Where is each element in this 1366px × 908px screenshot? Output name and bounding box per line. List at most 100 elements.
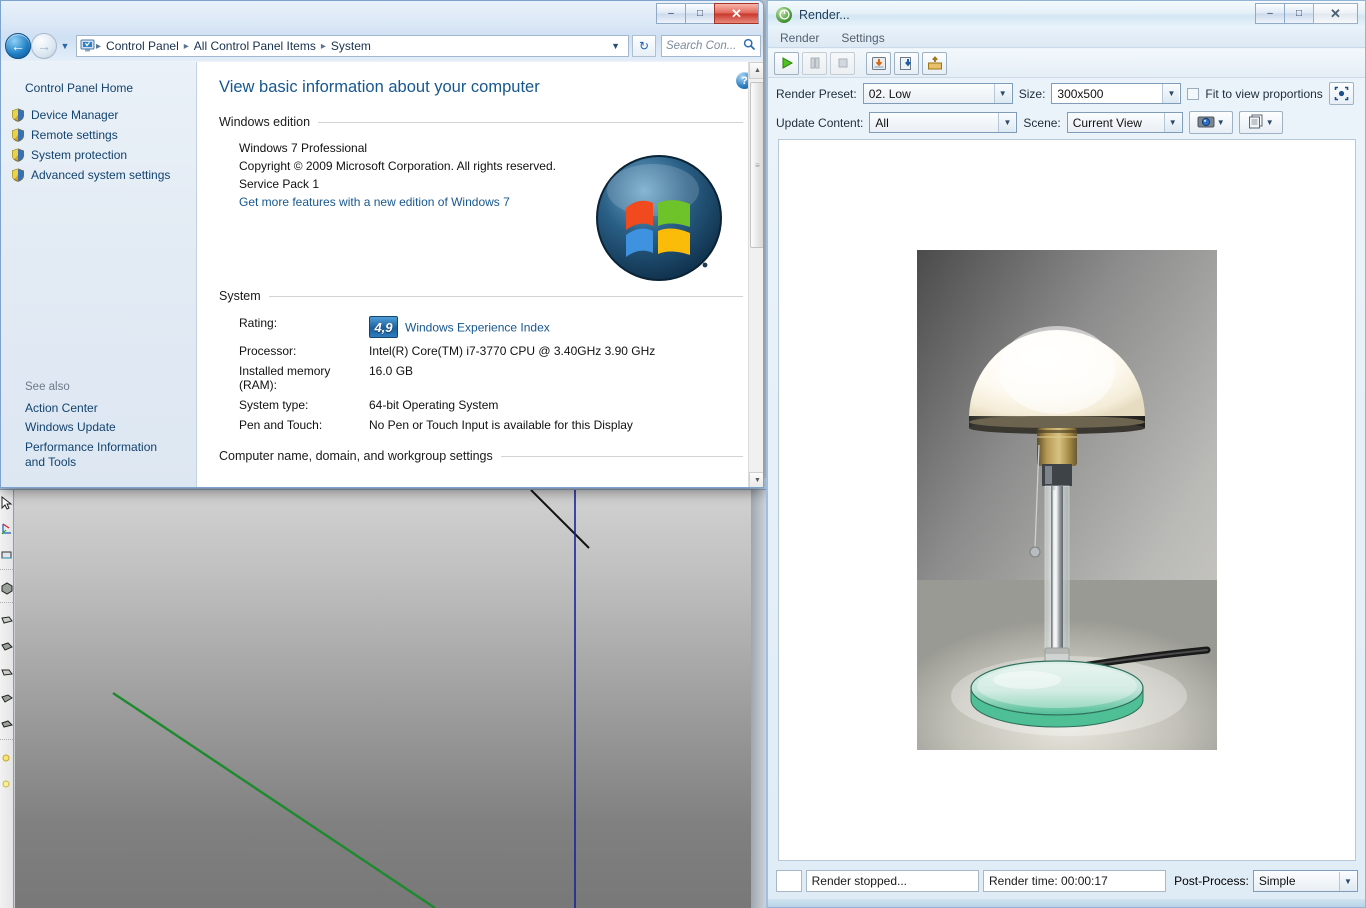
close-button[interactable]: ✕ xyxy=(714,3,759,24)
sidebar: Control Panel Home Device Manager Remote… xyxy=(1,62,197,487)
camera-button[interactable]: ▼ xyxy=(1188,111,1233,134)
menu-settings[interactable]: Settings xyxy=(837,30,888,46)
see-also-action-center[interactable]: Action Center xyxy=(25,399,197,419)
address-bar[interactable]: ▸ Control Panel ▸ All Control Panel Item… xyxy=(76,35,629,57)
rectangle-icon[interactable] xyxy=(0,608,14,634)
address-dropdown-icon[interactable]: ▼ xyxy=(606,41,625,51)
shield-icon xyxy=(11,108,25,122)
see-also-windows-update[interactable]: Windows Update xyxy=(25,418,197,438)
chevron-down-icon: ▼ xyxy=(1163,113,1181,132)
table-row: Rating: 4,9 Windows Experience Index xyxy=(219,313,743,341)
select-arrow-icon[interactable] xyxy=(0,490,14,516)
sidebar-item-label: Remote settings xyxy=(31,128,118,142)
update-content-label: Update Content: xyxy=(776,115,864,130)
render-preset-select[interactable]: 02. Low ▼ xyxy=(862,83,1013,104)
group-label: Computer name, domain, and workgroup set… xyxy=(219,449,493,463)
scroll-down-button[interactable]: ▼ xyxy=(749,472,763,487)
breadcrumb-all-items[interactable]: All Control Panel Items xyxy=(190,39,320,53)
recent-locations-button[interactable]: ▼ xyxy=(57,36,73,56)
render-pause-button[interactable] xyxy=(802,51,827,75)
circle-icon[interactable] xyxy=(0,634,14,660)
minimize-button[interactable]: – xyxy=(1255,3,1284,24)
toolbar-separator xyxy=(0,739,13,744)
maximize-button[interactable]: □ xyxy=(1284,3,1313,24)
post-process-value: Simple xyxy=(1258,874,1296,888)
experience-index-badge[interactable]: 4,9 xyxy=(369,316,398,338)
group-label: System xyxy=(219,289,261,303)
control-panel-window: – □ ✕ ← → ▼ ▸ Control Panel ▸ All Contro… xyxy=(0,0,764,488)
sidebar-item-system-protection[interactable]: System protection xyxy=(1,145,196,165)
menu-render[interactable]: Render xyxy=(776,30,823,46)
light-icon[interactable] xyxy=(0,771,14,797)
render-window-title: Render... xyxy=(799,7,850,22)
page-title: View basic information about your comput… xyxy=(219,78,540,96)
breadcrumb-control-panel[interactable]: Control Panel xyxy=(102,39,183,53)
axes-icon[interactable] xyxy=(0,516,14,542)
sketchup-left-toolbar[interactable] xyxy=(0,490,14,908)
sketchup-viewport[interactable] xyxy=(15,490,751,908)
chevron-down-icon: ▼ xyxy=(993,84,1011,103)
forward-arrow-icon: → xyxy=(37,38,51,54)
shield-icon xyxy=(11,168,25,182)
vertical-scrollbar[interactable]: ▲ ≡ ▼ xyxy=(748,62,763,487)
forward-button[interactable]: → xyxy=(31,33,57,59)
render-menubar: Render Settings xyxy=(768,28,1365,48)
sidebar-item-label: Advanced system settings xyxy=(31,168,171,182)
size-select[interactable]: 300x500 ▼ xyxy=(1051,83,1182,104)
push-pull-icon[interactable] xyxy=(0,575,14,601)
scene-label: Scene: xyxy=(1023,115,1061,130)
open-image-button[interactable] xyxy=(922,51,947,75)
see-also-title: See also xyxy=(25,380,70,393)
chevron-down-icon: ▼ xyxy=(1216,118,1225,127)
render-start-button[interactable] xyxy=(774,51,799,75)
render-preview-canvas[interactable] xyxy=(778,139,1356,861)
crumb-separator: ▸ xyxy=(183,40,189,52)
row-value: Intel(R) Core(TM) i7-3770 CPU @ 3.40GHz … xyxy=(369,344,656,358)
sidebar-item-remote-settings[interactable]: Remote settings xyxy=(1,125,196,145)
row-value: No Pen or Touch Input is available for t… xyxy=(369,418,633,432)
close-button[interactable]: ✕ xyxy=(1313,3,1358,24)
sidebar-item-control-panel-home[interactable]: Control Panel Home xyxy=(1,78,196,105)
freehand-icon[interactable] xyxy=(0,712,14,738)
post-process-label: Post-Process: xyxy=(1174,874,1249,888)
sidebar-item-device-manager[interactable]: Device Manager xyxy=(1,105,196,125)
size-value: 300x500 xyxy=(1057,86,1104,101)
update-content-select[interactable]: All ▼ xyxy=(869,112,1018,133)
table-row: System type: 64-bit Operating System xyxy=(219,395,743,415)
group-rule xyxy=(268,295,743,297)
sidebar-item-label: System protection xyxy=(31,148,128,162)
save-image-as-button[interactable] xyxy=(894,51,919,75)
render-stop-button[interactable] xyxy=(830,51,855,75)
tape-measure-icon[interactable] xyxy=(0,542,14,568)
main-content-pane: ? View basic information about your comp… xyxy=(197,62,763,487)
fit-to-view-checkbox[interactable] xyxy=(1187,87,1200,100)
scene-select[interactable]: Current View ▼ xyxy=(1066,112,1183,133)
minimize-button[interactable]: – xyxy=(656,3,685,24)
see-also-performance-information[interactable]: Performance Information and Tools xyxy=(25,438,197,473)
post-process-select[interactable]: Simple ▼ xyxy=(1252,870,1358,892)
arc-icon[interactable] xyxy=(0,660,14,686)
windows-experience-index-link[interactable]: Windows Experience Index xyxy=(405,321,550,335)
shield-icon xyxy=(11,128,25,142)
refresh-button[interactable]: ↻ xyxy=(632,35,656,57)
save-image-button[interactable] xyxy=(866,51,891,75)
system-group-header: System xyxy=(219,289,743,303)
row-key: Pen and Touch: xyxy=(239,418,323,432)
toolbar-separator xyxy=(0,569,13,574)
sun-icon[interactable] xyxy=(0,745,14,771)
maximize-button[interactable]: □ xyxy=(685,3,714,24)
back-button[interactable]: ← xyxy=(5,33,31,59)
crumb-separator: ▸ xyxy=(96,40,102,52)
fit-region-button[interactable] xyxy=(1328,82,1354,105)
search-input[interactable]: Search Con... xyxy=(661,35,761,57)
group-label: Windows edition xyxy=(219,115,311,129)
table-row: Pen and Touch: No Pen or Touch Input is … xyxy=(219,415,743,435)
scroll-up-button[interactable]: ▲ xyxy=(749,62,763,79)
pages-button[interactable]: ▼ xyxy=(1238,111,1283,134)
render-window-controls: – □ ✕ xyxy=(1255,3,1358,24)
windows-edition-group-header: Windows edition xyxy=(219,115,743,129)
polygon-icon[interactable] xyxy=(0,686,14,712)
scrollbar-thumb[interactable]: ≡ xyxy=(750,82,763,248)
breadcrumb-system[interactable]: System xyxy=(327,39,375,53)
sidebar-item-advanced-system-settings[interactable]: Advanced system settings xyxy=(1,165,196,185)
